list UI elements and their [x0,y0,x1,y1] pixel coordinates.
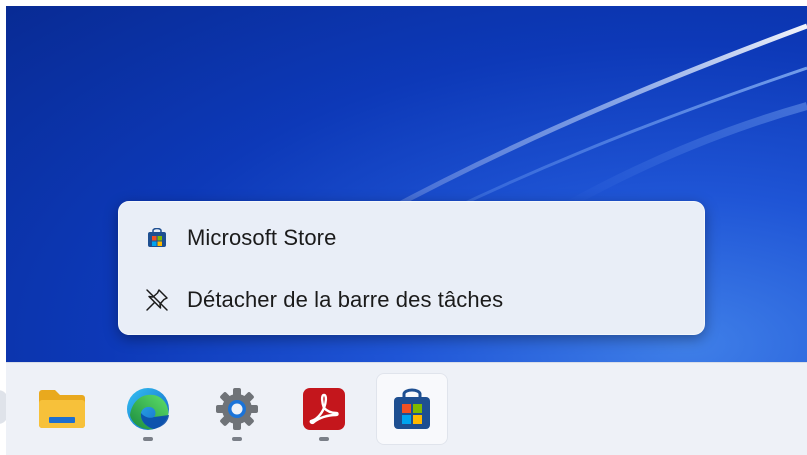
folder-icon [39,390,85,428]
running-indicator [143,437,153,441]
running-indicator [232,437,242,441]
menu-item-label: Microsoft Store [187,225,337,250]
menu-item-unpin[interactable]: Détacher de la barre des tâches [127,274,696,326]
running-indicator [319,437,329,441]
microsoft-store-icon [394,388,430,429]
taskbar-context-menu: Microsoft Store Détacher de la barre des… [118,201,705,335]
edge-icon [127,388,169,430]
taskbar [6,362,807,455]
taskbar-item-settings[interactable] [201,373,273,445]
microsoft-store-icon [127,228,187,248]
taskbar-item-file-explorer[interactable] [26,373,98,445]
pdf-icon [303,388,345,430]
menu-item-label: Détacher de la barre des tâches [187,287,504,312]
unpin-icon [127,287,187,313]
gear-icon [216,388,258,430]
taskbar-item-edge[interactable] [112,373,184,445]
menu-item-microsoft-store[interactable]: Microsoft Store [127,212,696,264]
taskbar-item-acrobat-reader[interactable] [288,373,360,445]
taskbar-item-microsoft-store[interactable] [376,373,448,445]
